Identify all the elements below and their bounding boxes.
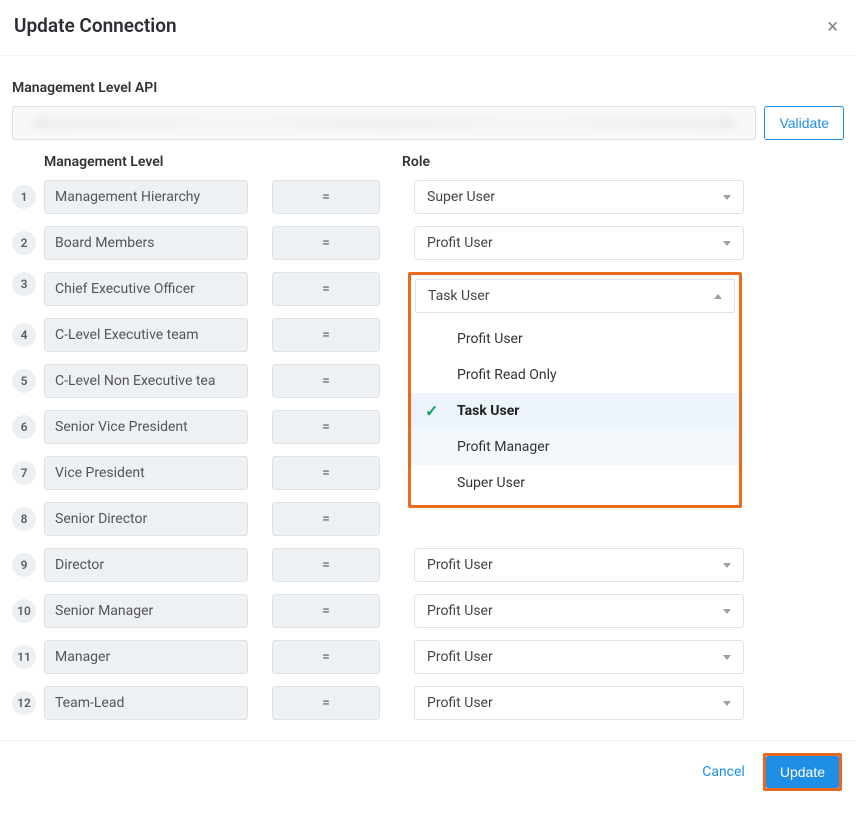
role-option[interactable]: Super User bbox=[411, 465, 739, 501]
equals-field: = bbox=[272, 548, 380, 582]
row-index-badge: 9 bbox=[12, 553, 36, 577]
api-section: Management Level API Validate bbox=[0, 56, 856, 148]
update-connection-modal: Update Connection × Management Level API… bbox=[0, 0, 856, 803]
level-row: 2 Board Members = Profit User bbox=[12, 226, 844, 260]
level-name-field: C-Level Non Executive tea bbox=[44, 364, 248, 398]
check-icon: ✓ bbox=[425, 402, 438, 421]
equals-field: = bbox=[272, 594, 380, 628]
equals-field: = bbox=[272, 180, 380, 214]
row-index-badge: 7 bbox=[12, 461, 36, 485]
row-index-badge: 3 bbox=[12, 272, 36, 296]
level-row: 1 Management Hierarchy = Super User bbox=[12, 180, 844, 214]
api-section-label: Management Level API bbox=[12, 80, 844, 96]
equals-field: = bbox=[272, 502, 380, 536]
role-option[interactable]: Profit User bbox=[411, 321, 739, 357]
level-column-header: Management Level bbox=[44, 154, 268, 170]
cancel-button[interactable]: Cancel bbox=[702, 764, 745, 780]
role-select[interactable]: Profit User bbox=[414, 594, 744, 628]
modal-title: Update Connection bbox=[14, 14, 177, 37]
role-select[interactable]: Profit User bbox=[414, 640, 744, 674]
level-name-field: Vice President bbox=[44, 456, 248, 490]
level-row: 10 Senior Manager = Profit User bbox=[12, 594, 844, 628]
role-select[interactable]: Super User bbox=[414, 180, 744, 214]
role-option-label: Super User bbox=[457, 475, 525, 491]
equals-field: = bbox=[272, 640, 380, 674]
chevron-down-icon bbox=[723, 563, 731, 568]
role-option-label: Profit Read Only bbox=[457, 367, 557, 383]
role-option-label: Profit User bbox=[457, 331, 523, 347]
equals-field: = bbox=[272, 226, 380, 260]
level-row: 9 Director = Profit User bbox=[12, 548, 844, 582]
role-select-value: Profit User bbox=[427, 649, 493, 665]
row-index-badge: 12 bbox=[12, 691, 36, 715]
chevron-down-icon bbox=[723, 609, 731, 614]
role-dropdown-open-wrap: Task User Profit User Profit Read Only ✓ Tas… bbox=[414, 272, 744, 534]
level-row: 3Chief Executive Officer=Task UserProfit… bbox=[12, 272, 844, 534]
modal-footer: Cancel Update bbox=[0, 740, 856, 803]
role-option[interactable]: ✓ Task User bbox=[411, 393, 739, 429]
level-name-field: Director bbox=[44, 548, 248, 582]
row-index-badge: 1 bbox=[12, 185, 36, 209]
chevron-down-icon bbox=[723, 701, 731, 706]
level-name-field: Senior Manager bbox=[44, 594, 248, 628]
api-row: Validate bbox=[12, 106, 844, 140]
row-index-badge: 6 bbox=[12, 415, 36, 439]
level-name-field: Chief Executive Officer bbox=[44, 272, 248, 306]
role-select-value: Super User bbox=[427, 189, 495, 205]
level-name-field: C-Level Executive team bbox=[44, 318, 248, 352]
row-index-badge: 4 bbox=[12, 323, 36, 347]
row-index-badge: 10 bbox=[12, 599, 36, 623]
row-index-badge: 8 bbox=[12, 507, 36, 531]
role-select-value: Task User bbox=[428, 288, 489, 304]
level-row: 11 Manager = Profit User bbox=[12, 640, 844, 674]
role-option[interactable]: Profit Read Only bbox=[411, 357, 739, 393]
level-name-field: Senior Vice President bbox=[44, 410, 248, 444]
role-select[interactable]: Profit User bbox=[414, 686, 744, 720]
rows-container: 1 Management Hierarchy = Super User 2 Board M… bbox=[12, 180, 844, 720]
level-name-field: Board Members bbox=[44, 226, 248, 260]
column-headers: Management Level Role bbox=[12, 154, 844, 170]
role-select[interactable]: Profit User bbox=[414, 548, 744, 582]
equals-field: = bbox=[272, 410, 380, 444]
role-dropdown-panel: Task User Profit User Profit Read Only ✓ Tas… bbox=[408, 272, 742, 508]
level-name-field: Manager bbox=[44, 640, 248, 674]
row-index-badge: 11 bbox=[12, 645, 36, 669]
role-select-value: Profit User bbox=[427, 695, 493, 711]
role-select[interactable]: Profit User bbox=[414, 226, 744, 260]
chevron-down-icon bbox=[723, 655, 731, 660]
update-button[interactable]: Update bbox=[766, 756, 839, 788]
role-select-value: Profit User bbox=[427, 235, 493, 251]
equals-field: = bbox=[272, 318, 380, 352]
equals-field: = bbox=[272, 456, 380, 490]
update-button-highlight: Update bbox=[763, 753, 842, 791]
modal-header: Update Connection × bbox=[0, 0, 856, 56]
levels-section: Management Level Role 1 Management Hierar… bbox=[0, 148, 856, 740]
row-index-badge: 5 bbox=[12, 369, 36, 393]
role-options-list: Profit User Profit Read Only ✓ Task User Pro… bbox=[411, 317, 739, 505]
equals-field: = bbox=[272, 686, 380, 720]
chevron-down-icon bbox=[723, 195, 731, 200]
row-index-badge: 2 bbox=[12, 231, 36, 255]
equals-field: = bbox=[272, 272, 380, 306]
role-select-value: Profit User bbox=[427, 557, 493, 573]
role-option[interactable]: Profit Manager bbox=[411, 429, 739, 465]
role-column-header: Role bbox=[402, 154, 430, 170]
role-option-label: Profit Manager bbox=[457, 439, 549, 455]
level-row: 12 Team-Lead = Profit User bbox=[12, 686, 844, 720]
validate-button[interactable]: Validate bbox=[764, 106, 844, 140]
role-option-label: Task User bbox=[457, 403, 519, 419]
level-name-field: Senior Director bbox=[44, 502, 248, 536]
close-icon[interactable]: × bbox=[827, 16, 838, 36]
chevron-up-icon bbox=[714, 294, 722, 299]
role-select-value: Profit User bbox=[427, 603, 493, 619]
chevron-down-icon bbox=[723, 241, 731, 246]
level-name-field: Team-Lead bbox=[44, 686, 248, 720]
api-url-input[interactable] bbox=[12, 106, 756, 140]
equals-field: = bbox=[272, 364, 380, 398]
level-name-field: Management Hierarchy bbox=[44, 180, 248, 214]
role-select[interactable]: Task User bbox=[415, 279, 735, 313]
